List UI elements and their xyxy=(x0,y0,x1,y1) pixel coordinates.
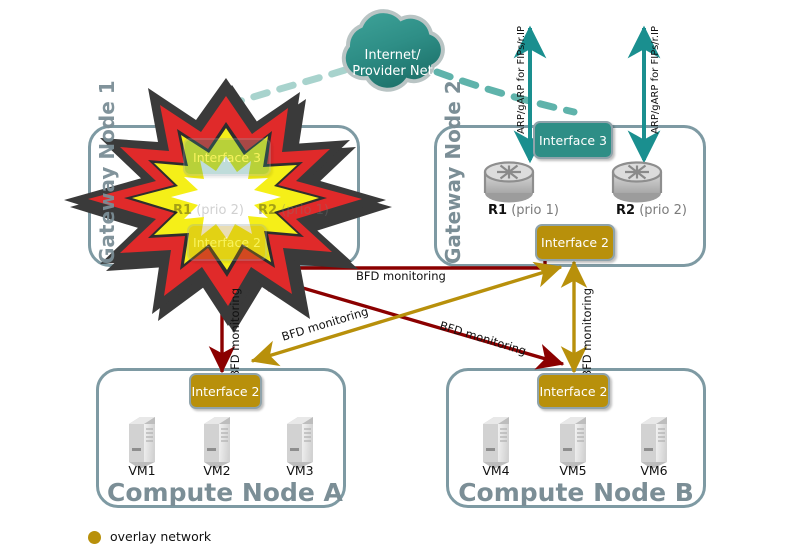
vm-label-vm6: VM6 xyxy=(640,463,668,478)
cloud-label: Internet/ Provider Net xyxy=(340,48,445,80)
gateway-node-2-router-r2-label: R2 (prio 2) xyxy=(616,203,687,218)
gateway-node-2-r1-priority: (prio 1) xyxy=(511,203,559,218)
vm-label-vm4: VM4 xyxy=(482,463,510,478)
diagram-canvas: Internet/ Provider Net Gateway Node 1 In… xyxy=(0,0,794,560)
compute-node-a-title: Compute Node A xyxy=(107,478,343,507)
bfd-label-gw2-computeB: BFD monitoring xyxy=(580,288,594,378)
gateway-node-1-r2-priority: (prio 1) xyxy=(281,203,329,218)
gateway-node-1-r1-priority: (prio 2) xyxy=(196,203,244,218)
gateway-node-2-interface-3[interactable]: Interface 3 xyxy=(533,121,613,159)
bfd-label-gw1-gw2: BFD monitoring xyxy=(356,269,446,283)
compute-node-a-interface-2[interactable]: Interface 2 xyxy=(189,373,262,409)
gateway-node-2-title: Gateway Node 2 xyxy=(441,80,465,264)
bfd-label-gw1-computeA: BFD monitoring xyxy=(228,288,242,378)
legend-overlay-network-label: overlay network xyxy=(110,529,212,544)
arp-garp-label-left: ARP/gARP for FIPs/r.IP xyxy=(516,26,527,134)
gateway-node-1-interface-3[interactable]: Interface 3 xyxy=(183,138,271,176)
gateway-node-1-r2-name: R2 xyxy=(258,203,278,218)
gateway-node-2-r1-name: R1 xyxy=(488,203,508,218)
gateway-node-1-router-r1-label: R1 (prio 2) xyxy=(173,203,244,218)
gateway-node-2-r2-priority: (prio 2) xyxy=(639,203,687,218)
gateway-node-1-r1-name: R1 xyxy=(173,203,193,218)
gateway-node-1-title: Gateway Node 1 xyxy=(95,80,119,264)
compute-node-b-interface-2[interactable]: Interface 2 xyxy=(537,373,610,409)
gateway-node-2-interface-2[interactable]: Interface 2 xyxy=(535,224,615,261)
vm-label-vm2: VM2 xyxy=(203,463,231,478)
legend-overlay-network-dot xyxy=(88,531,101,544)
arp-garp-label-right: ARP/gARP for FIPs/r.IP xyxy=(650,26,661,134)
gateway-node-2-router-r1-label: R1 (prio 1) xyxy=(488,203,559,218)
gateway-node-1-interface-2[interactable]: Interface 2 xyxy=(187,224,267,261)
compute-node-b-title: Compute Node B xyxy=(458,478,694,507)
gateway-node-1-router-r2-label: R2 (prio 1) xyxy=(258,203,329,218)
cloud-label-line2: Provider Net xyxy=(352,64,433,79)
gateway-node-2-r2-name: R2 xyxy=(616,203,636,218)
vm-label-vm5: VM5 xyxy=(559,463,587,478)
vm-label-vm3: VM3 xyxy=(286,463,314,478)
vm-label-vm1: VM1 xyxy=(128,463,156,478)
cloud-label-line1: Internet/ xyxy=(364,48,421,63)
